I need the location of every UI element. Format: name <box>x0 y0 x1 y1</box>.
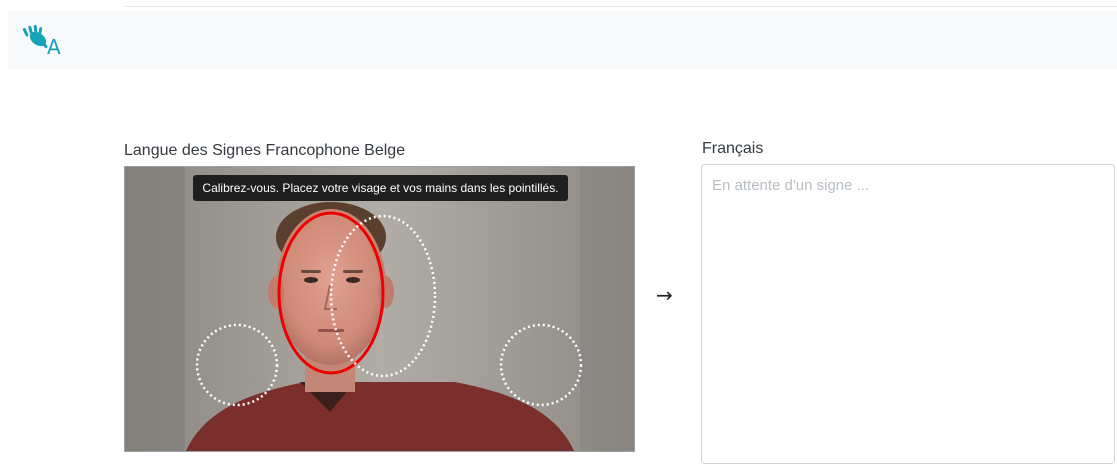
calibration-caption: Calibrez-vous. Placez votre visage et vo… <box>193 175 568 201</box>
logo-letter: A <box>47 35 61 59</box>
sign-language-label: Langue des Signes Francophone Belge <box>124 142 406 159</box>
navbar: A <box>8 11 1117 69</box>
translation-textarea[interactable] <box>702 165 1114 463</box>
french-label: Français <box>702 140 764 157</box>
translation-output-box[interactable] <box>701 164 1115 464</box>
top-divider <box>124 6 1117 7</box>
person-face <box>276 209 386 365</box>
arrow-right-icon: → <box>656 283 673 307</box>
webcam-video: Calibrez-vous. Placez votre visage et vo… <box>124 166 635 452</box>
